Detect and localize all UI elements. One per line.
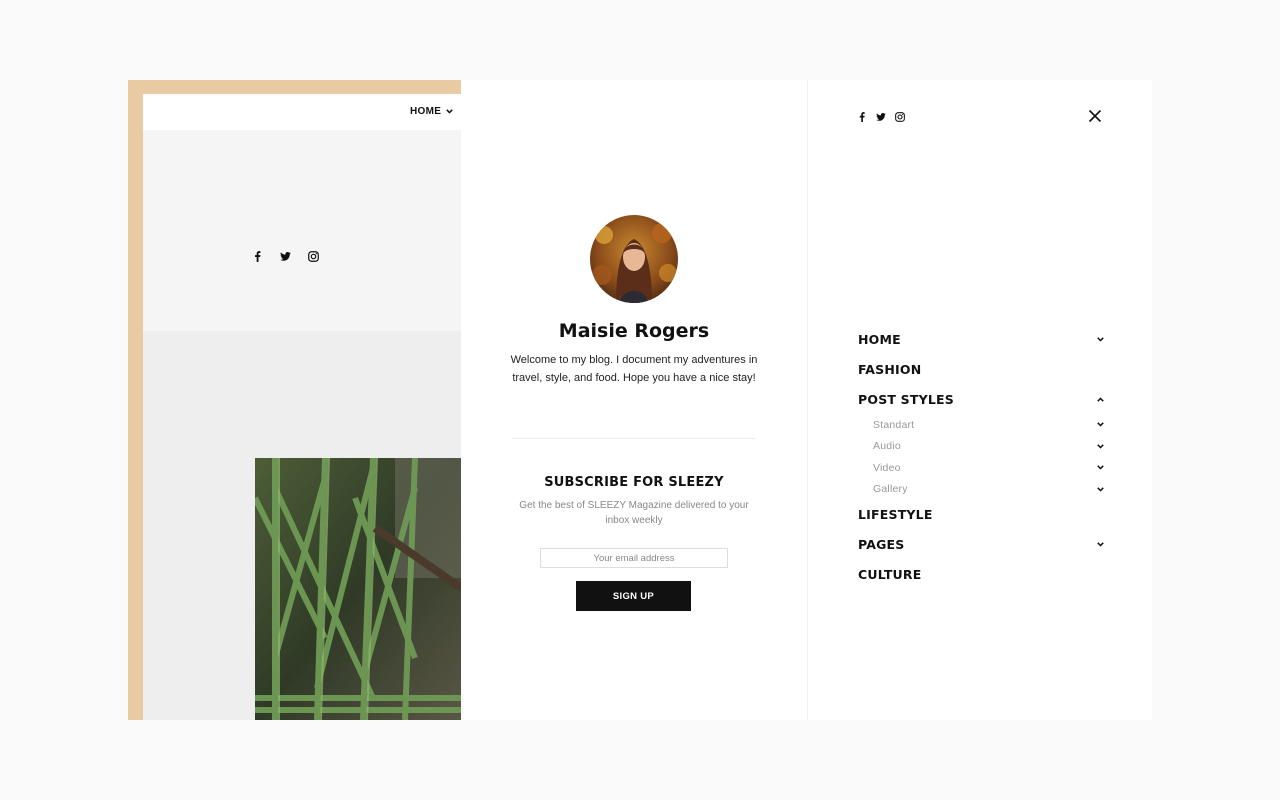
submenu-item-label: Gallery — [873, 483, 908, 496]
author-bio: Welcome to my blog. I document my advent… — [510, 354, 758, 384]
email-field[interactable] — [540, 548, 728, 568]
menu-item-home[interactable]: HOME — [858, 325, 1104, 355]
submenu-item-label: Audio — [873, 440, 901, 453]
chevron-up-icon[interactable] — [1096, 395, 1104, 403]
submenu-item-label: Video — [873, 461, 901, 474]
about-sidebar-panel: Maisie Rogers Welcome to my blog. I docu… — [461, 80, 807, 720]
twitter-icon[interactable] — [279, 250, 291, 262]
chevron-down-icon[interactable] — [1096, 336, 1104, 344]
menu-item-label: FASHION — [858, 362, 922, 378]
site-social-links — [251, 250, 319, 262]
menu-item-pages[interactable]: PAGES — [858, 530, 1104, 560]
divider — [512, 438, 756, 439]
subscribe-description: Get the best of SLEEZY Magazine delivere… — [519, 500, 749, 526]
menu-item-post-styles[interactable]: POST STYLES — [858, 384, 1104, 414]
site-nav-home-label: HOME — [410, 106, 442, 117]
submenu-item-standart[interactable]: Standart — [858, 414, 1104, 436]
menu-item-label: CULTURE — [858, 566, 922, 582]
menu-item-label: POST STYLES — [858, 391, 954, 407]
chevron-down-icon[interactable] — [1096, 541, 1104, 549]
instagram-icon[interactable] — [307, 250, 319, 262]
chevron-down-icon[interactable] — [1096, 421, 1104, 429]
menu-social-links — [857, 111, 905, 123]
chevron-down-icon[interactable] — [1096, 464, 1104, 472]
chevron-down-icon — [445, 108, 453, 116]
sign-up-button[interactable]: SIGN UP — [576, 581, 691, 611]
submenu-item-video[interactable]: Video — [858, 457, 1104, 479]
menu-panel: HOME FASHION POST STYLES Standart Audio … — [807, 80, 1152, 720]
author-name: Maisie Rogers — [558, 320, 710, 342]
submenu-item-label: Standart — [873, 418, 915, 431]
twitter-icon[interactable] — [876, 111, 886, 123]
menu-item-label: LIFESTYLE — [858, 507, 933, 523]
menu-item-fashion[interactable]: FASHION — [858, 355, 1104, 385]
menu-item-label: PAGES — [858, 537, 905, 553]
chevron-down-icon[interactable] — [1096, 442, 1104, 450]
subscribe-title: SUBSCRIBE FOR SLEEZY — [544, 475, 724, 490]
submenu-item-gallery[interactable]: Gallery — [858, 479, 1104, 501]
submenu-item-audio[interactable]: Audio — [858, 436, 1104, 458]
menu-item-lifestyle[interactable]: LIFESTYLE — [858, 500, 1104, 530]
facebook-icon[interactable] — [251, 250, 263, 262]
menu-item-label: HOME — [858, 332, 901, 348]
author-avatar — [590, 215, 678, 303]
site-nav-home[interactable]: HOME — [410, 106, 453, 117]
close-icon[interactable] — [1088, 109, 1102, 123]
facebook-icon[interactable] — [857, 111, 867, 123]
main-menu: HOME FASHION POST STYLES Standart Audio … — [858, 325, 1104, 589]
menu-item-culture[interactable]: CULTURE — [858, 559, 1104, 589]
chevron-down-icon[interactable] — [1096, 485, 1104, 493]
instagram-icon[interactable] — [895, 111, 905, 123]
featured-post-image[interactable] — [255, 458, 461, 720]
